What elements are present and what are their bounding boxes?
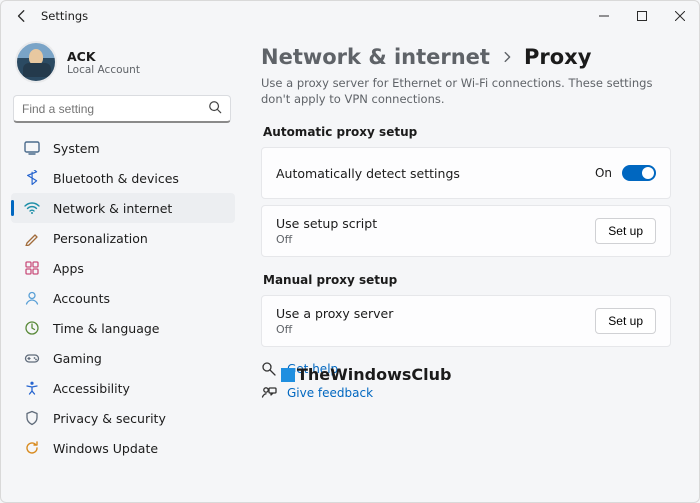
sidebar-item-bluetooth[interactable]: Bluetooth & devices [11,163,235,193]
sidebar-item-label: Personalization [53,231,148,246]
apps-icon [23,259,41,277]
minimize-icon [599,11,609,21]
section-label-auto: Automatic proxy setup [263,125,671,139]
card-setup-script: Use setup script Off Set up [261,205,671,257]
search-icon [208,100,222,117]
help-icon [261,361,277,377]
chevron-right-icon [500,50,514,64]
give-feedback-link[interactable]: Give feedback [287,386,373,400]
card-proxy-server: Use a proxy server Off Set up [261,295,671,347]
sidebar-item-privacy[interactable]: Privacy & security [11,403,235,433]
close-button[interactable] [661,1,699,31]
toggle-state-text: On [595,166,612,180]
minimize-button[interactable] [585,1,623,31]
gaming-icon [23,349,41,367]
breadcrumb: Network & internet Proxy [261,45,671,69]
update-icon [23,439,41,457]
bluetooth-icon [23,169,41,187]
sidebar-item-time[interactable]: Time & language [11,313,235,343]
close-icon [675,11,685,21]
sidebar-item-apps[interactable]: Apps [11,253,235,283]
sidebar: ACK Local Account System Bluetooth & dev… [1,31,241,502]
get-help-link[interactable]: Get help [287,362,338,376]
get-help-link-row: Get help [261,361,671,377]
sidebar-item-label: Time & language [53,321,159,336]
window-controls [585,1,699,31]
row-sub-setup-script: Off [276,233,595,246]
sidebar-item-label: System [53,141,100,156]
sidebar-item-label: Apps [53,261,84,276]
sidebar-item-label: Privacy & security [53,411,166,426]
setup-script-button[interactable]: Set up [595,218,656,244]
content-area: Network & internet Proxy Use a proxy ser… [241,31,699,502]
sidebar-item-update[interactable]: Windows Update [11,433,235,463]
sidebar-item-network[interactable]: Network & internet [11,193,235,223]
profile-name: ACK [67,49,140,64]
breadcrumb-parent[interactable]: Network & internet [261,45,490,69]
sidebar-item-label: Bluetooth & devices [53,171,179,186]
sidebar-item-gaming[interactable]: Gaming [11,343,235,373]
feedback-icon [261,385,277,401]
avatar [15,41,57,83]
card-auto-detect: Automatically detect settings On [261,147,671,199]
sidebar-item-label: Accounts [53,291,110,306]
accounts-icon [23,289,41,307]
row-title-setup-script: Use setup script [276,216,595,231]
wifi-icon [23,199,41,217]
sidebar-item-label: Accessibility [53,381,130,396]
paintbrush-icon [23,229,41,247]
app-title: Settings [41,9,88,23]
title-bar: Settings [1,1,699,31]
proxy-server-setup-button[interactable]: Set up [595,308,656,334]
section-label-manual: Manual proxy setup [263,273,671,287]
sidebar-item-accessibility[interactable]: Accessibility [11,373,235,403]
page-description: Use a proxy server for Ethernet or Wi-Fi… [261,75,671,107]
maximize-button[interactable] [623,1,661,31]
system-icon [23,139,41,157]
auto-detect-toggle[interactable] [622,165,656,181]
profile-subtitle: Local Account [67,64,140,76]
page-title: Proxy [524,45,591,69]
sidebar-item-label: Gaming [53,351,102,366]
row-sub-proxy-server: Off [276,323,595,336]
sidebar-item-label: Windows Update [53,441,158,456]
shield-icon [23,409,41,427]
clock-icon [23,319,41,337]
sidebar-item-personalization[interactable]: Personalization [11,223,235,253]
search-box[interactable] [13,95,231,123]
profile-block[interactable]: ACK Local Account [11,35,235,93]
back-button[interactable] [7,1,37,31]
sidebar-item-accounts[interactable]: Accounts [11,283,235,313]
maximize-icon [637,11,647,21]
sidebar-item-system[interactable]: System [11,133,235,163]
arrow-left-icon [15,9,29,23]
row-title-proxy-server: Use a proxy server [276,306,595,321]
sidebar-item-label: Network & internet [53,201,172,216]
give-feedback-link-row: Give feedback [261,385,671,401]
row-title-auto-detect: Automatically detect settings [276,166,595,181]
search-input[interactable] [22,102,208,116]
accessibility-icon [23,379,41,397]
sidebar-nav: System Bluetooth & devices Network & int… [11,129,235,496]
